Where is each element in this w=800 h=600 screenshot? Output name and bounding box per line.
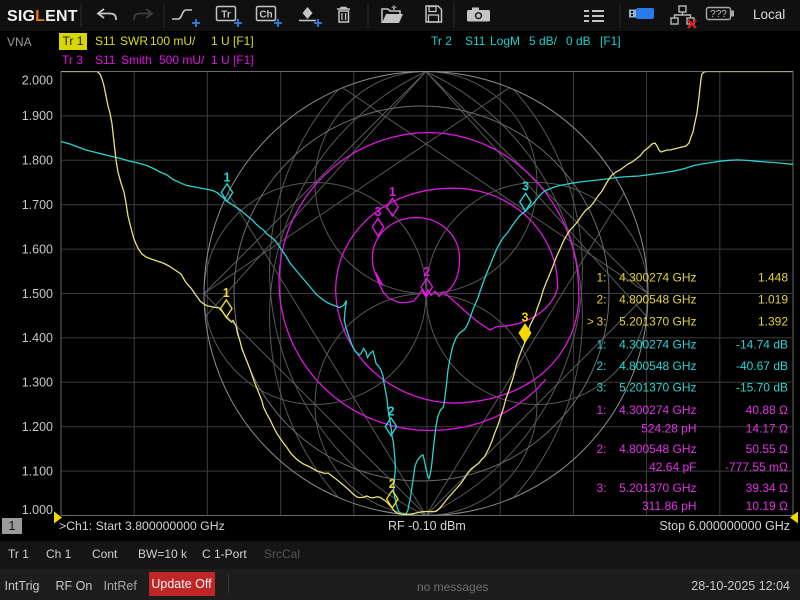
svg-text:3:: 3: [596,314,606,328]
svg-text:3: 3 [522,180,529,194]
svg-text:4.800548 GHz: 4.800548 GHz [619,292,696,306]
svg-text:5.201370 GHz: 5.201370 GHz [619,481,696,495]
svg-text:5.201370 GHz: 5.201370 GHz [619,380,696,394]
svg-text:1.400: 1.400 [22,331,53,345]
svg-text:524.28 pH: 524.28 pH [641,421,696,435]
svg-text:14.17 Ω: 14.17 Ω [746,421,788,435]
svg-text:2:: 2: [596,292,606,306]
svg-text:1: 1 [224,171,231,185]
svg-text:4.300274 GHz: 4.300274 GHz [619,337,696,351]
svg-text:40.88 Ω: 40.88 Ω [746,403,788,417]
svg-text:1.600: 1.600 [22,242,53,256]
svg-text:1:: 1: [596,337,606,351]
svg-text:2: 2 [388,405,395,419]
svg-text:50.55 Ω: 50.55 Ω [746,442,788,456]
svg-text:1.800: 1.800 [22,154,53,168]
svg-text:1.448: 1.448 [758,270,788,284]
svg-text:3: 3 [522,311,529,325]
svg-text:1.000: 1.000 [22,503,53,517]
svg-text:2:: 2: [596,442,606,456]
svg-text:1: 1 [223,286,230,300]
svg-text:2.000: 2.000 [22,73,53,87]
svg-text:1.300: 1.300 [22,376,53,390]
svg-text:10.19 Ω: 10.19 Ω [746,499,788,513]
svg-text:42.64 pF: 42.64 pF [649,460,696,474]
svg-text:2: 2 [423,265,430,279]
svg-text:39.34 Ω: 39.34 Ω [746,481,788,495]
svg-text:4.300274 GHz: 4.300274 GHz [619,270,696,284]
svg-text:-777.55 mΩ: -777.55 mΩ [725,460,788,474]
svg-text:1.500: 1.500 [22,287,53,301]
svg-text:1.900: 1.900 [22,109,53,123]
svg-text:4.800548 GHz: 4.800548 GHz [619,359,696,373]
svg-text:1.700: 1.700 [22,198,53,212]
svg-text:311.86 pH: 311.86 pH [642,499,697,513]
svg-text:1:: 1: [596,403,606,417]
svg-text:1.392: 1.392 [758,314,788,328]
svg-text:1: 1 [389,185,396,199]
svg-text:1.019: 1.019 [758,292,788,306]
svg-text:3:: 3: [596,481,606,495]
svg-text:3:: 3: [596,380,606,394]
svg-text:5.201370 GHz: 5.201370 GHz [619,314,696,328]
svg-text:-14.74 dB: -14.74 dB [736,337,788,351]
svg-text:1:: 1: [596,270,606,284]
svg-text:2: 2 [389,477,396,491]
svg-text:2:: 2: [596,359,606,373]
svg-text:-40.67 dB: -40.67 dB [736,359,788,373]
svg-text:4.300274 GHz: 4.300274 GHz [619,403,696,417]
svg-text:-15.70 dB: -15.70 dB [736,380,788,394]
svg-text:>: > [587,314,594,328]
svg-text:1.100: 1.100 [22,464,53,478]
svg-text:4.800548 GHz: 4.800548 GHz [619,442,696,456]
svg-text:3: 3 [375,205,382,219]
svg-text:1.200: 1.200 [22,420,53,434]
